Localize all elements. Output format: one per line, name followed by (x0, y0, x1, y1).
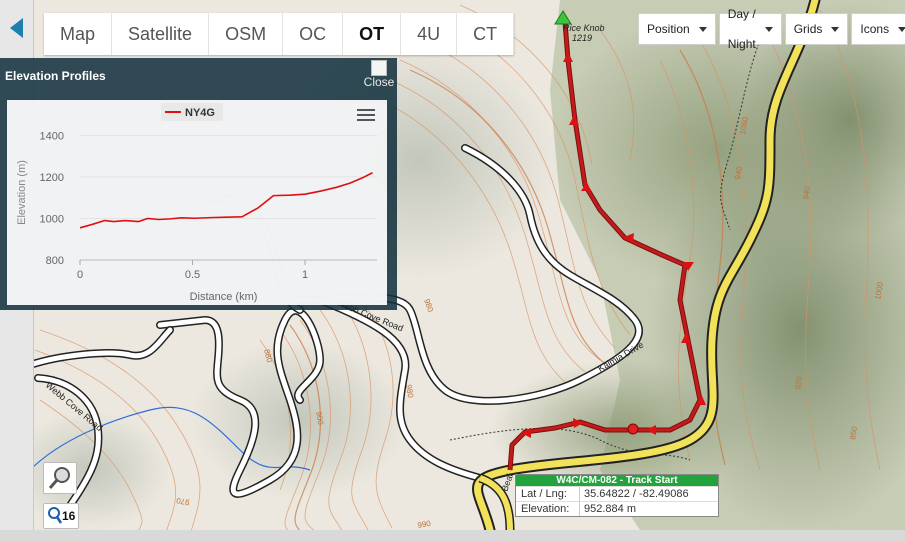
y-tick-label: 1400 (40, 130, 64, 142)
tab-satellite[interactable]: Satellite (112, 13, 210, 55)
chevron-down-icon (764, 26, 773, 32)
lat-lng-label: Lat / Lng: (516, 487, 580, 501)
position-dropdown-label: Position (647, 22, 690, 36)
collapse-panel-arrow-icon[interactable] (10, 18, 23, 38)
day-night-dropdown-label: Day / Night (727, 7, 756, 51)
magnifier-icon (48, 507, 63, 524)
icons-dropdown-label: Icons (860, 22, 890, 36)
grids-dropdown[interactable]: Grids (784, 13, 849, 45)
close-label: Close (363, 75, 395, 89)
legend-label: NY4G (185, 107, 215, 119)
elevation-profile-panel: Elevation Profiles Close 800 1000 1200 1400… (0, 58, 397, 310)
chevron-down-icon (898, 26, 905, 32)
lat-lng-value: 35.64822 / -82.49086 (584, 488, 689, 500)
tab-map[interactable]: Map (44, 13, 113, 55)
elevation-chart: 800 1000 1200 1400 0 0.5 1 Distance (km) Elevati… (7, 100, 387, 305)
tab-oc[interactable]: OC (283, 13, 344, 55)
y-tick-label: 800 (46, 255, 64, 267)
close-button[interactable]: Close (362, 60, 396, 89)
x-axis-title: Distance (km) (190, 291, 258, 303)
series-line-ny4g (79, 172, 373, 229)
icons-dropdown[interactable]: Icons (851, 13, 905, 45)
y-tick-label: 1000 (40, 213, 64, 225)
magnifier-hand-icon (48, 467, 70, 489)
track-info-popup: W4C/CM-082 - Track Start Lat / Lng: 35.6… (515, 474, 719, 517)
elevation-row: Elevation: 952.884 m (516, 501, 718, 516)
chevron-down-icon (831, 26, 840, 32)
chevron-down-icon (698, 26, 707, 32)
tab-osm[interactable]: OSM (209, 13, 284, 55)
zoom-tool-button[interactable] (43, 462, 77, 494)
map-toolbar: Position Day / Night Grids Icons (638, 7, 905, 51)
chart-menu-icon[interactable] (357, 109, 375, 123)
elevation-label: Elevation: (516, 502, 580, 516)
x-tick-label: 1 (302, 269, 308, 281)
zoom-level-value: 16 (62, 509, 76, 523)
close-icon (371, 60, 387, 76)
bottom-bar (0, 530, 905, 541)
lat-lng-row: Lat / Lng: 35.64822 / -82.49086 (516, 486, 718, 501)
x-tick-label: 0.5 (185, 269, 200, 281)
summit-elevation-label: 1219 (572, 33, 592, 43)
tab-ct[interactable]: CT (457, 13, 515, 55)
tab-4u[interactable]: 4U (401, 13, 458, 55)
zoom-level-indicator[interactable]: 16 (43, 503, 79, 529)
elevation-value: 952.884 m (584, 503, 636, 515)
day-night-dropdown[interactable]: Day / Night (718, 7, 782, 51)
y-axis-title: Elevation (m) (16, 160, 28, 225)
panel-title: Elevation Profiles (5, 69, 106, 83)
map-layer-tabs: Map Satellite OSM OC OT 4U CT (44, 13, 515, 55)
summit-name-label: Rice Knob (563, 23, 605, 33)
x-tick-label: 0 (77, 269, 83, 281)
y-tick-label: 1200 (40, 172, 64, 184)
grids-dropdown-label: Grids (793, 22, 823, 36)
track-info-title: W4C/CM-082 - Track Start (516, 475, 718, 486)
tab-ot[interactable]: OT (343, 13, 402, 55)
position-dropdown[interactable]: Position (638, 13, 716, 45)
elevation-chart-svg: 800 1000 1200 1400 0 0.5 1 Distance (km) Elevati… (16, 103, 377, 303)
